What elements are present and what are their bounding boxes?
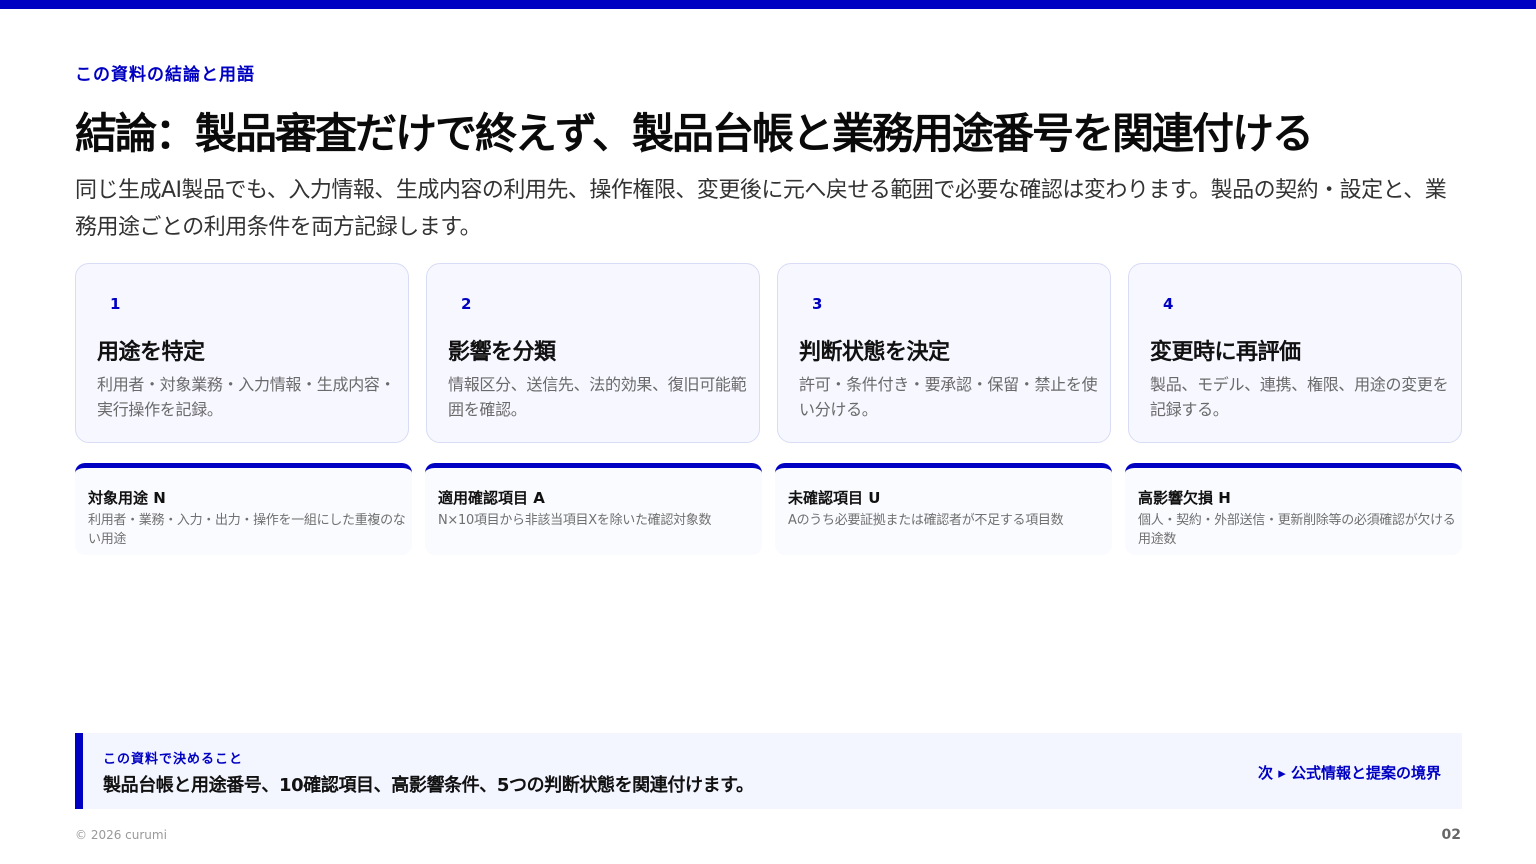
step-description: 製品、モデル、連携、権限、用途の変更を記録する。	[1150, 375, 1449, 419]
step-card-4: 4 変更時に再評価 製品、モデル、連携、権限、用途の変更を記録する。	[1128, 263, 1462, 443]
process-steps: 1 用途を特定 利用者・対象業務・入力情報・生成内容・実行操作を記録。 2 影響…	[75, 263, 1462, 443]
step-title: 用途を特定	[97, 340, 205, 365]
term-description: 利用者・業務・入力・出力・操作を一組にした重複のない用途	[88, 513, 406, 547]
page-title: 結論：製品審査だけで終えず、製品台帳と業務用途番号を関連付ける	[75, 109, 1314, 158]
term-definitions: 対象用途 N 利用者・業務・入力・出力・操作を一組にした重複のない用途 適用確認…	[75, 463, 1462, 555]
term-title: 高影響欠損 H	[1138, 489, 1231, 507]
term-card-n: 対象用途 N 利用者・業務・入力・出力・操作を一組にした重複のない用途	[75, 463, 412, 555]
step-description: 利用者・対象業務・入力情報・生成内容・実行操作を記録。	[97, 375, 396, 419]
term-description: Aのうち必要証拠または確認者が不足する項目数	[788, 513, 1064, 528]
step-title: 変更時に再評価	[1150, 340, 1301, 365]
term-description: N×10項目から非該当項目Xを除いた確認対象数	[438, 513, 712, 528]
term-title: 対象用途 N	[88, 489, 166, 507]
step-title: 判断状態を決定	[799, 340, 950, 365]
step-card-3: 3 判断状態を決定 許可・条件付き・要承認・保留・禁止を使い分ける。	[777, 263, 1111, 443]
step-number: 1	[110, 295, 121, 313]
term-description: 個人・契約・外部送信・更新削除等の必須確認が欠ける用途数	[1138, 513, 1456, 547]
step-number: 4	[1163, 295, 1174, 313]
page-number: 02	[1441, 827, 1461, 843]
decision-text: 製品台帳と用途番号、10確認項目、高影響条件、5つの判断状態を関連付けます。	[103, 775, 754, 796]
step-card-1: 1 用途を特定 利用者・対象業務・入力情報・生成内容・実行操作を記録。	[75, 263, 409, 443]
top-accent-bar	[0, 0, 1536, 9]
lead-paragraph: 同じ生成AI製品でも、入力情報、生成内容の利用先、操作権限、変更後に元へ戻せる範…	[75, 178, 1447, 240]
step-title: 影響を分類	[448, 340, 556, 365]
section-eyebrow: この資料の結論と用語	[75, 65, 255, 85]
term-card-u: 未確認項目 U Aのうち必要証拠または確認者が不足する項目数	[775, 463, 1112, 555]
step-number: 2	[461, 295, 472, 313]
step-number: 3	[812, 295, 823, 313]
decision-callout: この資料で決めること 製品台帳と用途番号、10確認項目、高影響条件、5つの判断状…	[75, 733, 1462, 809]
next-section-link[interactable]: 次 ▸ 公式情報と提案の境界	[1258, 762, 1441, 783]
term-card-a: 適用確認項目 A N×10項目から非該当項目Xを除いた確認対象数	[425, 463, 762, 555]
step-description: 情報区分、送信先、法的効果、復旧可能範囲を確認。	[448, 375, 747, 419]
step-description: 許可・条件付き・要承認・保留・禁止を使い分ける。	[799, 375, 1098, 419]
term-title: 適用確認項目 A	[438, 489, 545, 507]
term-title: 未確認項目 U	[788, 489, 881, 507]
term-card-h: 高影響欠損 H 個人・契約・外部送信・更新削除等の必須確認が欠ける用途数	[1125, 463, 1462, 555]
footer-copyright: © 2026 curumi	[75, 828, 167, 842]
step-card-2: 2 影響を分類 情報区分、送信先、法的効果、復旧可能範囲を確認。	[426, 263, 760, 443]
decision-label: この資料で決めること	[103, 752, 244, 767]
